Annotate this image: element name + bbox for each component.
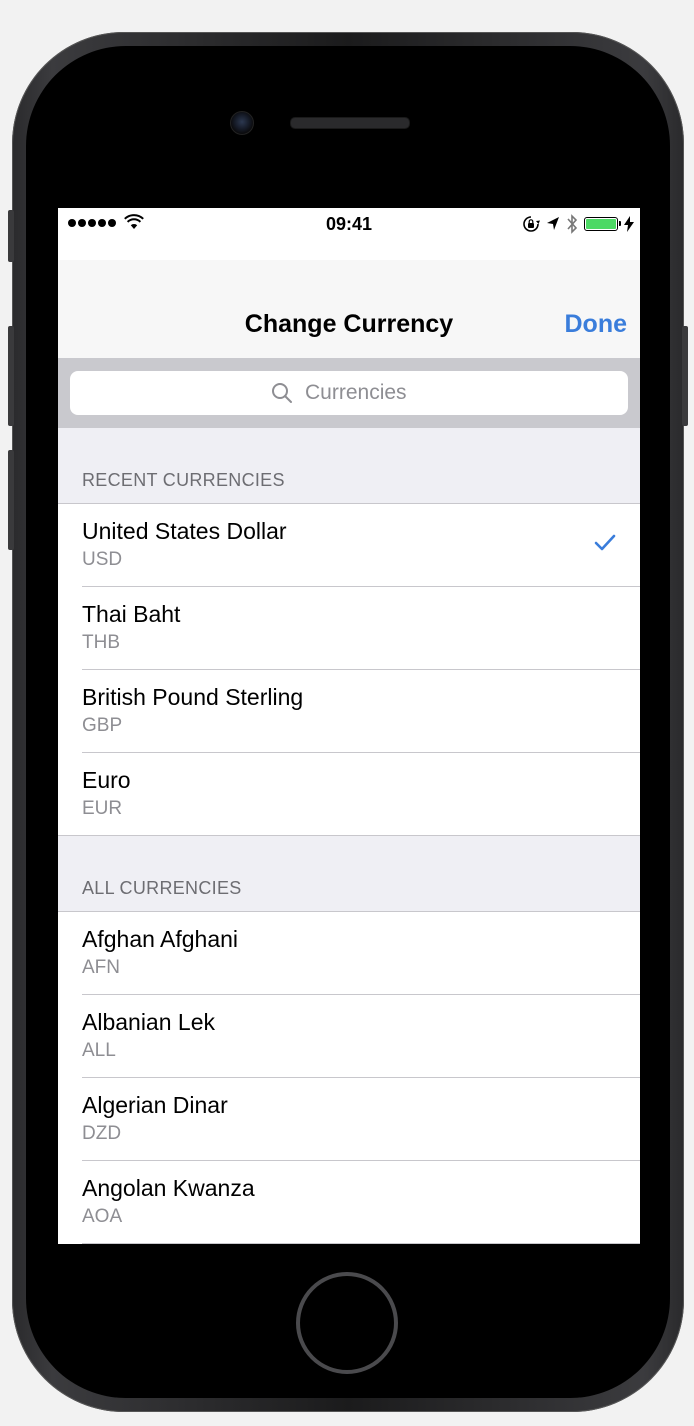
done-button[interactable]: Done bbox=[565, 310, 628, 339]
section-header: RECENT CURRENCIES bbox=[58, 428, 640, 503]
orientation-lock-icon bbox=[523, 216, 540, 232]
screen: 09:41 Change Currency Done Currencies RE… bbox=[58, 208, 640, 1244]
status-bar: 09:41 bbox=[58, 208, 640, 242]
front-camera bbox=[230, 111, 254, 135]
charging-bolt-icon bbox=[624, 216, 634, 232]
power-button bbox=[682, 326, 688, 426]
currency-name: British Pound Sterling bbox=[82, 684, 304, 710]
currency-name: Thai Baht bbox=[82, 601, 181, 627]
currency-row[interactable]: Algerian Dinar DZD bbox=[58, 1078, 640, 1161]
currency-list: RECENT CURRENCIES United States Dollar U… bbox=[58, 428, 640, 1244]
currency-code: EUR bbox=[82, 798, 123, 819]
page-title: Change Currency bbox=[244, 310, 454, 338]
battery-icon bbox=[584, 217, 621, 231]
volume-up-button bbox=[8, 326, 14, 426]
section-header: ALL CURRENCIES bbox=[58, 836, 640, 911]
checkmark-icon bbox=[594, 534, 616, 551]
search-input[interactable] bbox=[303, 380, 427, 406]
recent-currency-list: United States Dollar USD Thai Baht THB B… bbox=[58, 503, 640, 836]
currency-row[interactable]: Thai Baht THB bbox=[58, 587, 640, 670]
mute-switch bbox=[8, 210, 14, 262]
currency-name: United States Dollar bbox=[82, 518, 287, 544]
currency-row[interactable]: Angolan Kwanza AOA bbox=[58, 1161, 640, 1244]
currency-code: AFN bbox=[82, 957, 120, 978]
currency-code: ALL bbox=[82, 1040, 116, 1061]
currency-name: Angolan Kwanza bbox=[82, 1175, 255, 1201]
navigation-bar: Change Currency Done bbox=[58, 260, 640, 358]
search-icon bbox=[272, 383, 292, 403]
currency-name: Albanian Lek bbox=[82, 1009, 215, 1035]
currency-name: Algerian Dinar bbox=[82, 1092, 228, 1118]
currency-code: DZD bbox=[82, 1123, 122, 1144]
currency-code: USD bbox=[82, 549, 123, 570]
currency-row[interactable]: British Pound Sterling GBP bbox=[58, 670, 640, 753]
bluetooth-icon bbox=[567, 214, 578, 234]
currency-name: Euro bbox=[82, 767, 131, 793]
section-recent: RECENT CURRENCIES United States Dollar U… bbox=[58, 428, 640, 836]
section-header-label: ALL CURRENCIES bbox=[82, 878, 242, 898]
section-all: ALL CURRENCIES Afghan Afghani AFN Albani… bbox=[58, 836, 640, 1244]
currency-row[interactable]: Albanian Lek ALL bbox=[58, 995, 640, 1078]
home-button[interactable] bbox=[296, 1272, 398, 1374]
currency-row[interactable]: Afghan Afghani AFN bbox=[58, 912, 640, 995]
search-bar bbox=[58, 358, 640, 428]
currency-code: GBP bbox=[82, 715, 123, 736]
section-header-label: RECENT CURRENCIES bbox=[82, 470, 285, 490]
currency-row[interactable]: United States Dollar USD bbox=[58, 504, 640, 587]
all-currency-list: Afghan Afghani AFN Albanian Lek ALL Alge… bbox=[58, 911, 640, 1244]
location-arrow-icon bbox=[547, 217, 559, 230]
earpiece-speaker bbox=[290, 117, 410, 129]
currency-code: THB bbox=[82, 632, 120, 653]
status-right-group bbox=[522, 213, 634, 235]
search-field[interactable] bbox=[70, 371, 628, 415]
volume-down-button bbox=[8, 450, 14, 550]
currency-name: Afghan Afghani bbox=[82, 926, 239, 952]
currency-row[interactable]: Euro EUR bbox=[58, 753, 640, 836]
currency-code: AOA bbox=[82, 1206, 123, 1227]
